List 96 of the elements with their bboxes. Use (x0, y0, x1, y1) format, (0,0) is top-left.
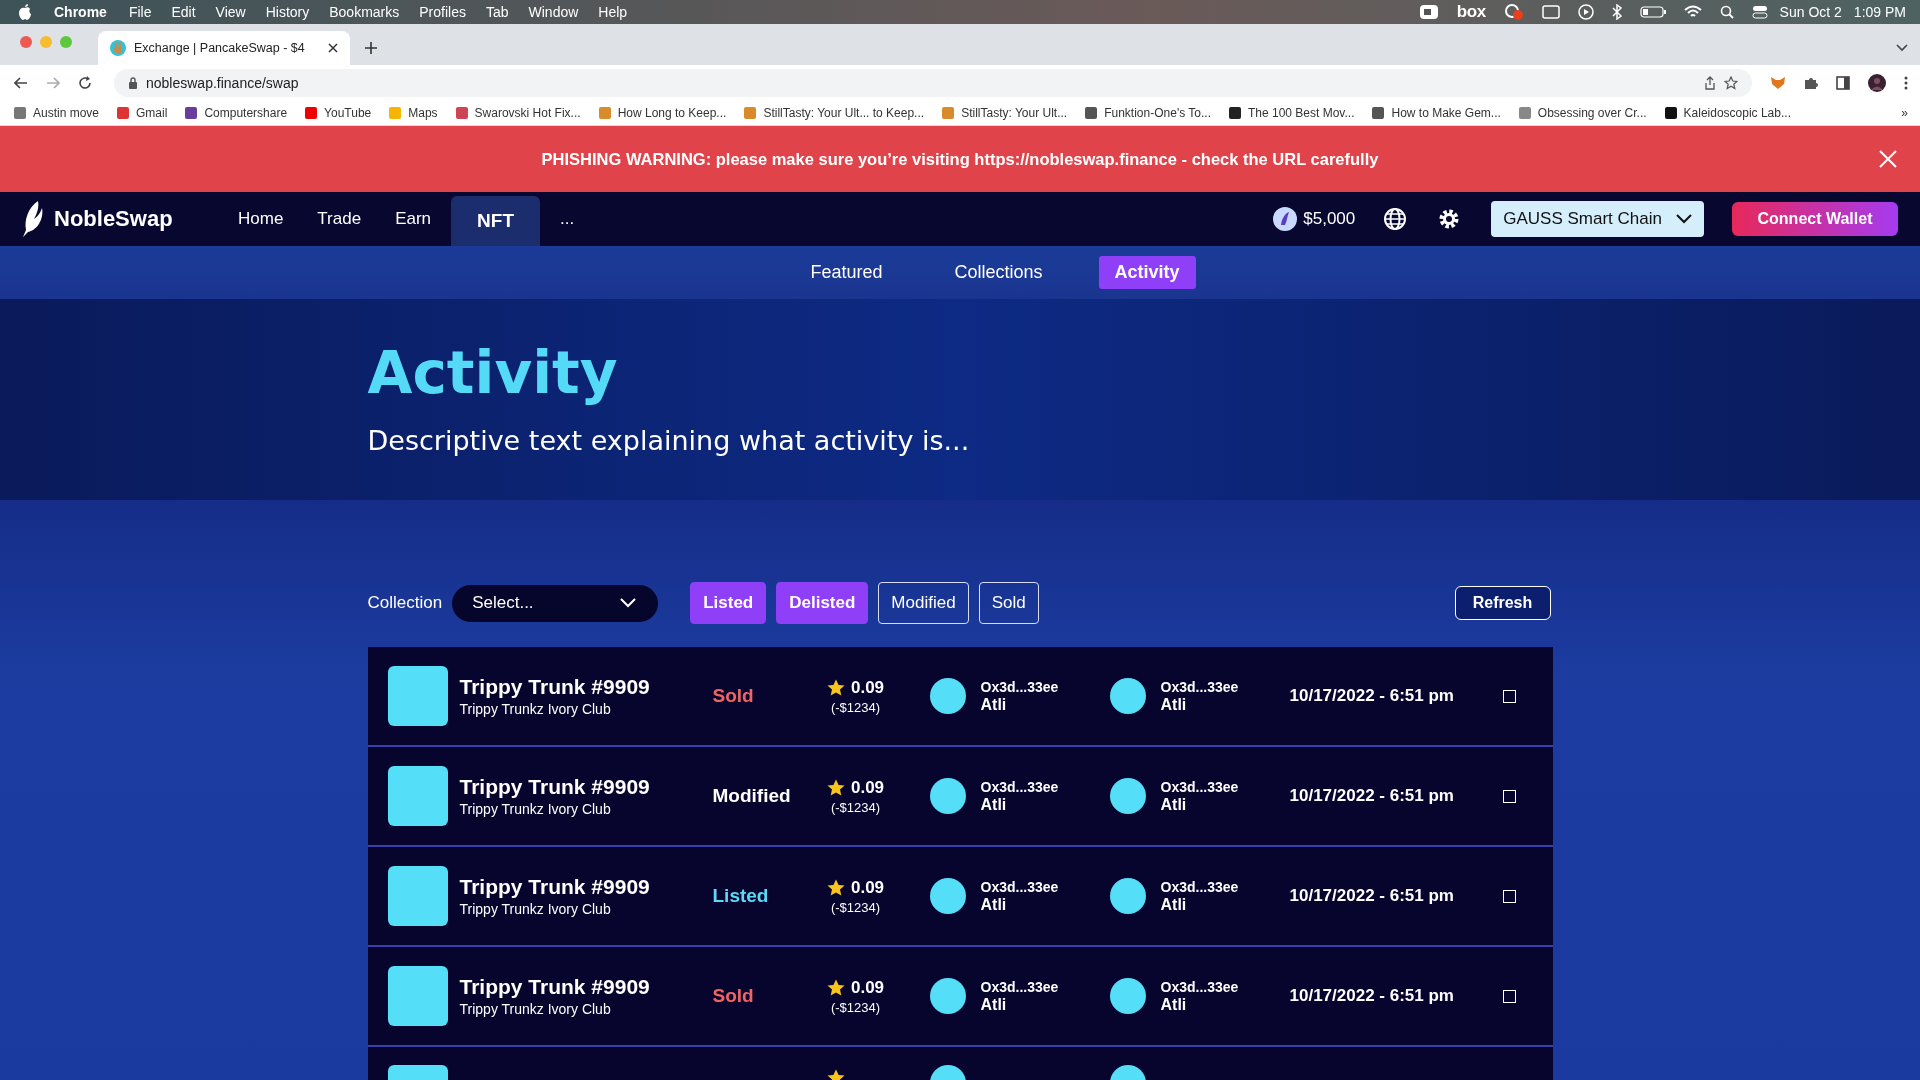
nav-link[interactable]: Home (224, 192, 298, 246)
warning-text: PHISHING WARNING: please make sure you’re visiting https://nobleswap.finance - check the URL carefully (541, 149, 1379, 169)
user-name: Atli (980, 895, 1008, 914)
user-name: Atli (1160, 995, 1188, 1014)
logo-text: NobleSwap (54, 206, 173, 232)
menu-item[interactable]: View (215, 4, 246, 20)
filter-toggle[interactable]: Listed (690, 582, 767, 624)
connect-wallet-button[interactable]: Connect Wallet (1732, 202, 1898, 236)
filter-toggle[interactable]: Modified (878, 582, 969, 624)
status-text: Listed (712, 885, 770, 907)
menu-item[interactable]: Bookmarks (329, 4, 400, 20)
wallet-address: Ox3d...33ee (980, 978, 1059, 995)
bookmark[interactable]: Computershare (185, 105, 288, 120)
wallet-address: Ox3d...33ee (1160, 878, 1239, 895)
bookmark[interactable]: YouTube (305, 105, 372, 120)
subnav-tab[interactable]: Featured (794, 256, 899, 289)
nft-name[interactable]: Trippy Trunk #9909 (459, 875, 713, 899)
wallet-address: Ox3d...33ee (1160, 978, 1239, 995)
menu-bar-time: 1:09 PM (1853, 4, 1906, 20)
menu-item[interactable]: Tab (485, 4, 509, 20)
menu-item[interactable]: File (128, 4, 152, 20)
network-select[interactable]: GAUSS Smart Chain (1491, 201, 1704, 237)
menu-item[interactable]: Profiles (419, 4, 466, 20)
menu-item[interactable]: Window (528, 4, 579, 20)
wallet-address: Ox3d...33ee (980, 678, 1059, 695)
nft-name[interactable]: Trippy Trunk #9909 (459, 775, 713, 799)
price-usd: (-$1234) (830, 699, 881, 715)
more-bookmarks[interactable]: » (1901, 105, 1908, 120)
nft-name[interactable]: Trippy Trunk #9909 (459, 675, 713, 699)
browser-tab[interactable]: Exchange | PancakeSwap - $4 (98, 31, 350, 65)
collection-name: Trippy Trunkz Ivory Club (459, 801, 612, 817)
bookmark-label: YouTube (324, 105, 372, 120)
bookmark-label: Computershare (204, 105, 288, 120)
price-value: 0.09 (850, 877, 885, 898)
filter-toggle[interactable]: Sold (978, 582, 1039, 624)
subnav-tab[interactable]: Activity (1098, 256, 1196, 289)
filter-label: Collection (367, 593, 443, 613)
nav-link[interactable]: NFT (451, 196, 540, 246)
wallet-address: Ox3d...33ee (1160, 778, 1239, 795)
app-menu[interactable]: Chrome (54, 4, 107, 20)
activity-date: 10/17/2022 - 6:51 pm (1289, 886, 1455, 906)
page-title: Activity (367, 339, 619, 407)
activity-date: 10/17/2022 - 6:51 pm (1289, 686, 1455, 706)
bookmark[interactable]: Austin move (14, 105, 100, 120)
user-name: Atli (980, 795, 1008, 814)
collection-select[interactable]: Select... (452, 584, 659, 622)
bookmark[interactable]: Swarovski Hot Fix... (455, 105, 581, 120)
filter-toggle[interactable]: Delisted (776, 582, 869, 624)
wallet-address: Ox3d...33ee (1160, 678, 1239, 695)
bookmark[interactable]: Gmail (117, 105, 168, 120)
url-text: nobleswap.finance/swap (146, 74, 299, 91)
bookmark-label: StillTasty: Your Ult... (961, 105, 1068, 120)
price-value: 0.09 (850, 777, 885, 798)
bookmark-label: Funktion-One's To... (1104, 105, 1211, 120)
menu-item[interactable]: Edit (171, 4, 196, 20)
bookmark[interactable]: Funktion-One's To... (1085, 105, 1211, 120)
bookmark-label: Austin move (33, 105, 100, 120)
price-value: 0.09 (850, 677, 885, 698)
price-usd: (-$1234) (830, 899, 881, 915)
subnav-tab[interactable]: Collections (938, 256, 1059, 289)
page-description: Descriptive text explaining what activity is... (367, 425, 971, 456)
price-value: 0.09 (850, 977, 885, 998)
bookmark-label: Gmail (136, 105, 168, 120)
user-name: Atli (1160, 795, 1188, 814)
box-logo[interactable]: box (1456, 2, 1486, 22)
nav-link[interactable]: Trade (303, 192, 376, 246)
wallet-address: Ox3d...33ee (980, 778, 1059, 795)
activity-date: 10/17/2022 - 6:51 pm (1289, 786, 1455, 806)
status-text: Sold (712, 985, 755, 1007)
bookmark-label: Maps (408, 105, 438, 120)
user-name: Atli (980, 695, 1008, 714)
nav-link[interactable]: Earn (381, 192, 446, 246)
wallet-address: Ox3d...33ee (980, 878, 1059, 895)
menu-bar-date: Sun Oct 2 (1779, 4, 1842, 20)
tab-title: Exchange | PancakeSwap - $4 (134, 41, 306, 55)
collection-name: Trippy Trunkz Ivory Club (459, 901, 612, 917)
collection-name: Trippy Trunkz Ivory Club (459, 701, 612, 717)
user-name: Atli (980, 995, 1008, 1014)
status-text: Modified (712, 785, 792, 807)
price-usd: (-$1234) (830, 999, 881, 1015)
refresh-button[interactable]: Refresh (1454, 586, 1551, 620)
token-price: $5,000 (1303, 209, 1356, 229)
bookmark[interactable]: StillTasty: Your Ult... (942, 105, 1068, 120)
collection-name: Trippy Trunkz Ivory Club (459, 1001, 612, 1017)
menu-item[interactable]: History (265, 4, 310, 20)
nft-name[interactable]: Trippy Trunk #9909 (459, 975, 713, 999)
nav-link[interactable]: ... (546, 192, 589, 246)
user-name: Atli (1160, 695, 1188, 714)
status-text: Sold (712, 685, 755, 707)
price-usd: (-$1234) (830, 799, 881, 815)
bookmark-label: Swarovski Hot Fix... (474, 105, 581, 120)
bookmark[interactable]: Maps (389, 105, 438, 120)
menu-item[interactable]: Help (598, 4, 628, 20)
user-name: Atli (1160, 895, 1188, 914)
activity-date: 10/17/2022 - 6:51 pm (1289, 986, 1455, 1006)
address-field[interactable]: nobleswap.finance/swap (114, 68, 1752, 97)
